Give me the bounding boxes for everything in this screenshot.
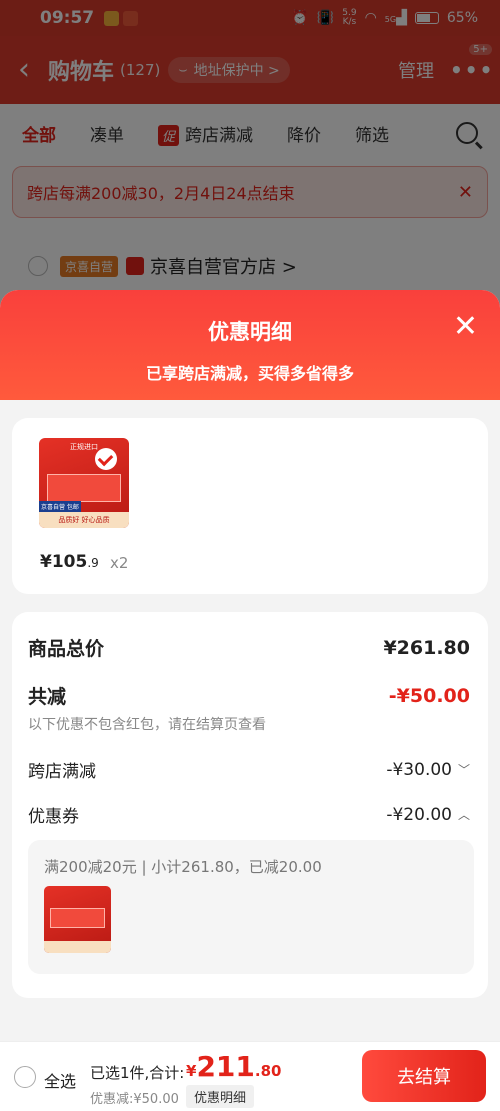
- coupon-product-thumb[interactable]: [44, 886, 111, 953]
- reduce-note-row: 以下优惠不包含红包，请在结算页查看: [28, 714, 470, 734]
- discount-detail-button[interactable]: 优惠明细: [186, 1085, 255, 1108]
- cross-store-row[interactable]: 跨店满减 -¥30.00 ﹀: [28, 757, 470, 783]
- select-all-radio[interactable]: [14, 1066, 36, 1088]
- close-icon[interactable]: ✕: [453, 312, 478, 342]
- total-row: 商品总价 ¥261.80: [28, 634, 470, 661]
- coupon-detail-text: 满200减20元 | 小计261.80，已减20.00: [44, 858, 322, 876]
- sheet-title: 优惠明细: [208, 320, 292, 344]
- reduce-value: -¥50.00: [388, 684, 470, 707]
- coupon-row[interactable]: 优惠券 -¥20.00 ︿: [28, 802, 470, 828]
- selected-count: 已选1件,合计:: [90, 1064, 185, 1082]
- reduce-row: 共减 -¥50.00: [28, 682, 470, 709]
- total-price: ¥211.80: [186, 1050, 282, 1083]
- cross-store-value: -¥30.00: [386, 759, 452, 780]
- check-badge-icon: [95, 448, 117, 470]
- cross-store-label: 跨店满减: [28, 762, 96, 782]
- reduce-note: 以下优惠不包含红包，请在结算页查看: [28, 717, 266, 733]
- discount-detail-sheet: 优惠明细 已享跨店满减，买得多省得多 ✕ 正规进口 京喜自营 包邮 品质好 好心…: [0, 290, 500, 1111]
- coupon-detail-panel: 满200减20元 | 小计261.80，已减20.00: [28, 840, 474, 974]
- total-value: ¥261.80: [383, 636, 470, 659]
- coupon-label: 优惠券: [28, 807, 79, 827]
- chevron-up-icon[interactable]: ︿: [458, 806, 470, 823]
- coupon-value: -¥20.00: [386, 804, 452, 825]
- product-card: 正规进口 京喜自营 包邮 品质好 好心品质 ¥105.9 x2: [12, 418, 488, 594]
- price-breakdown-card: 商品总价 ¥261.80 共减 -¥50.00 以下优惠不包含红包，请在结算页查…: [12, 612, 488, 998]
- checkout-bar: 全选 已选1件,合计: ¥211.80 优惠减:¥50.00 优惠明细 去结算: [0, 1041, 500, 1111]
- product-price: ¥105.9: [40, 552, 99, 572]
- sheet-subtitle: 已享跨店满减，买得多省得多: [145, 364, 354, 383]
- select-all-label[interactable]: 全选: [44, 1068, 76, 1092]
- product-image[interactable]: 正规进口 京喜自营 包邮 品质好 好心品质: [39, 438, 129, 528]
- chevron-down-icon[interactable]: ﹀: [458, 761, 470, 778]
- discount-amount: 优惠减:¥50.00: [90, 1092, 179, 1107]
- checkout-button[interactable]: 去结算: [362, 1050, 486, 1102]
- sheet-header: 优惠明细 已享跨店满减，买得多省得多 ✕: [0, 290, 500, 400]
- reduce-label: 共减: [28, 686, 67, 708]
- total-label: 商品总价: [28, 638, 105, 660]
- product-qty: x2: [110, 554, 129, 572]
